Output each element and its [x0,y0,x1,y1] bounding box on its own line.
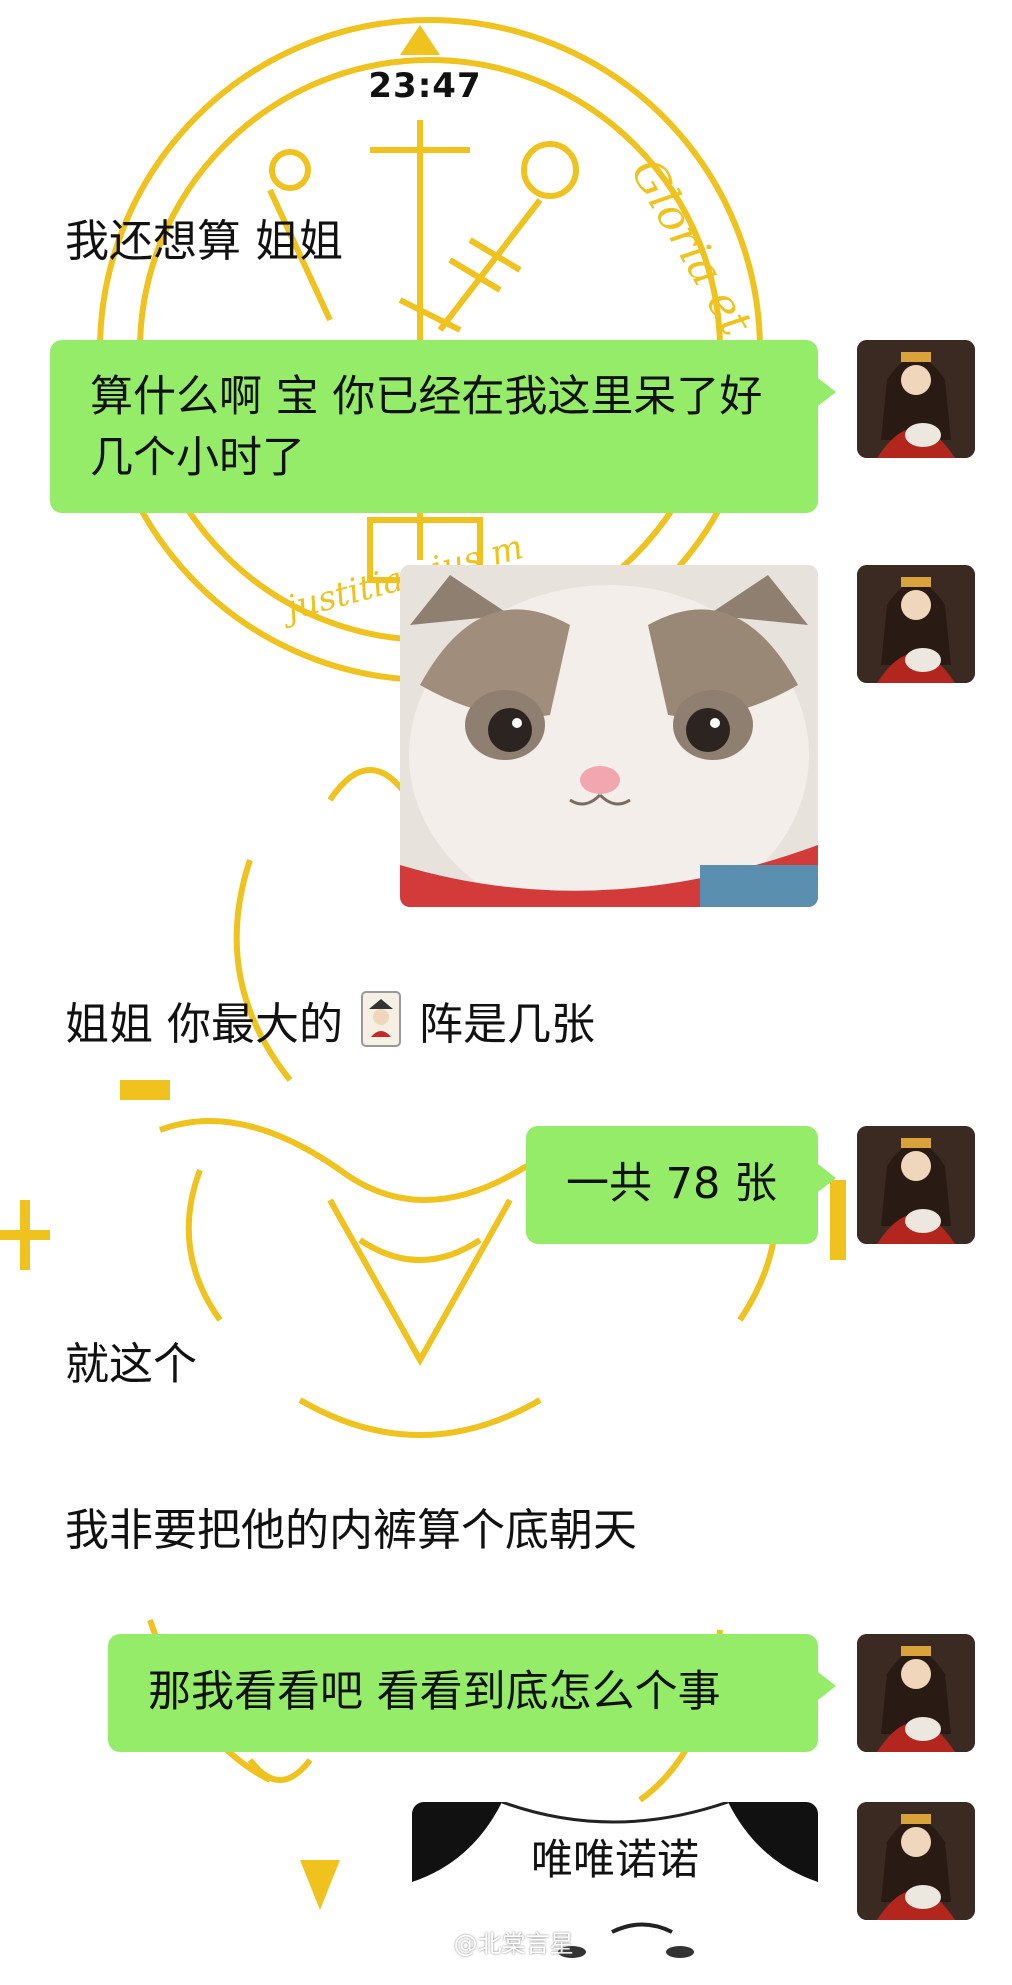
cat-face-sticker[interactable] [400,565,818,907]
avatar[interactable] [857,1802,975,1920]
watermark: @北棠言星 [410,1924,574,1963]
message-left-2: 姐姐 你最大的 阵是几张 [65,988,595,1058]
sticker-caption: 唯唯诺诺 [530,1835,699,1884]
message-left-4: 我非要把他的内裤算个底朝天 [65,1505,637,1556]
message-left-1: 我还想算 姐姐 [65,216,343,267]
avatar[interactable] [857,1126,975,1244]
message-text: 一共 78 张 [566,1159,778,1209]
message-bubble-right-3[interactable]: 那我看看吧 看看到底怎么个事 [108,1634,836,1752]
avatar-portrait-icon [857,565,975,683]
message-text: 那我看看吧 看看到底怎么个事 [148,1667,721,1717]
joker-card-icon [361,991,401,1058]
cat-face-icon [400,565,818,907]
avatar[interactable] [857,1634,975,1752]
message-text-after: 阵是几张 [419,999,595,1050]
avatar-portrait-icon [857,1802,975,1920]
avatar-portrait-icon [857,1634,975,1752]
message-left-3: 就这个 [65,1339,197,1390]
message-text-before: 姐姐 你最大的 [65,999,343,1050]
weibo-logo-icon [410,1933,440,1963]
avatar[interactable] [857,340,975,458]
watermark-text: @北棠言星 [453,1930,574,1958]
message-text: 算什么啊 宝 你已经在我这里呆了好几个小时了 [90,372,763,483]
status-time: 23:47 [368,66,482,106]
avatar-portrait-icon [857,340,975,458]
message-bubble-right-2[interactable]: 一共 78 张 [526,1126,836,1244]
avatar-portrait-icon [857,1126,975,1244]
message-bubble-right-1[interactable]: 算什么啊 宝 你已经在我这里呆了好几个小时了 [50,340,836,513]
avatar[interactable] [857,565,975,683]
